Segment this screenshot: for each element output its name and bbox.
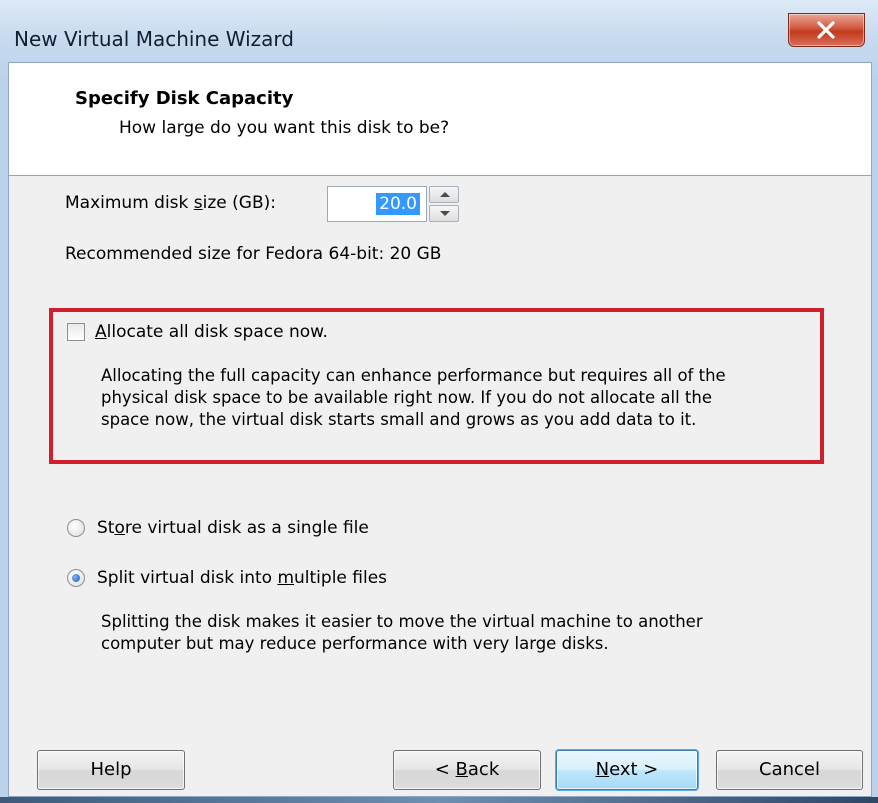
allocate-description: Allocating the full capacity can enhance…	[101, 366, 726, 429]
allocate-now-label[interactable]: Allocate all disk space now.	[95, 322, 328, 342]
arrow-down-icon	[440, 211, 450, 216]
page-title: Specify Disk Capacity	[75, 88, 294, 109]
close-icon	[817, 21, 835, 39]
next-button[interactable]: Next >	[556, 750, 698, 790]
window-title: New Virtual Machine Wizard	[14, 27, 294, 51]
wizard-header: Specify Disk Capacity How large do you w…	[9, 63, 871, 176]
split-multiple-files-label[interactable]: Split virtual disk into multiple files	[97, 568, 387, 588]
split-description: Splitting the disk makes it easier to mo…	[101, 612, 703, 653]
allocate-now-checkbox[interactable]	[67, 323, 85, 341]
store-single-file-label[interactable]: Store virtual disk as a single file	[97, 518, 369, 538]
cancel-button[interactable]: Cancel	[716, 750, 863, 790]
spin-up-button[interactable]	[429, 186, 459, 203]
radio-selected-dot	[72, 574, 80, 582]
disk-size-input[interactable]: 20.0	[327, 186, 427, 222]
arrow-up-icon	[440, 192, 450, 197]
store-single-file-radio[interactable]	[67, 519, 85, 537]
disk-size-label: Maximum disk size (GB):	[65, 193, 276, 213]
disk-size-value: 20.0	[376, 193, 420, 215]
taskbar-edge	[0, 797, 878, 803]
close-button[interactable]	[788, 13, 865, 47]
spin-down-button[interactable]	[429, 205, 459, 222]
help-button[interactable]: Help	[37, 750, 185, 790]
page-subtitle: How large do you want this disk to be?	[119, 118, 450, 138]
dialog-content: Specify Disk Capacity How large do you w…	[8, 62, 872, 797]
recommended-size-text: Recommended size for Fedora 64-bit: 20 G…	[65, 244, 442, 264]
dialog-window: New Virtual Machine Wizard Specify Disk …	[0, 0, 878, 803]
back-button[interactable]: < Back	[393, 750, 541, 790]
disk-size-spinner	[429, 186, 459, 222]
split-multiple-files-radio[interactable]	[67, 569, 85, 587]
